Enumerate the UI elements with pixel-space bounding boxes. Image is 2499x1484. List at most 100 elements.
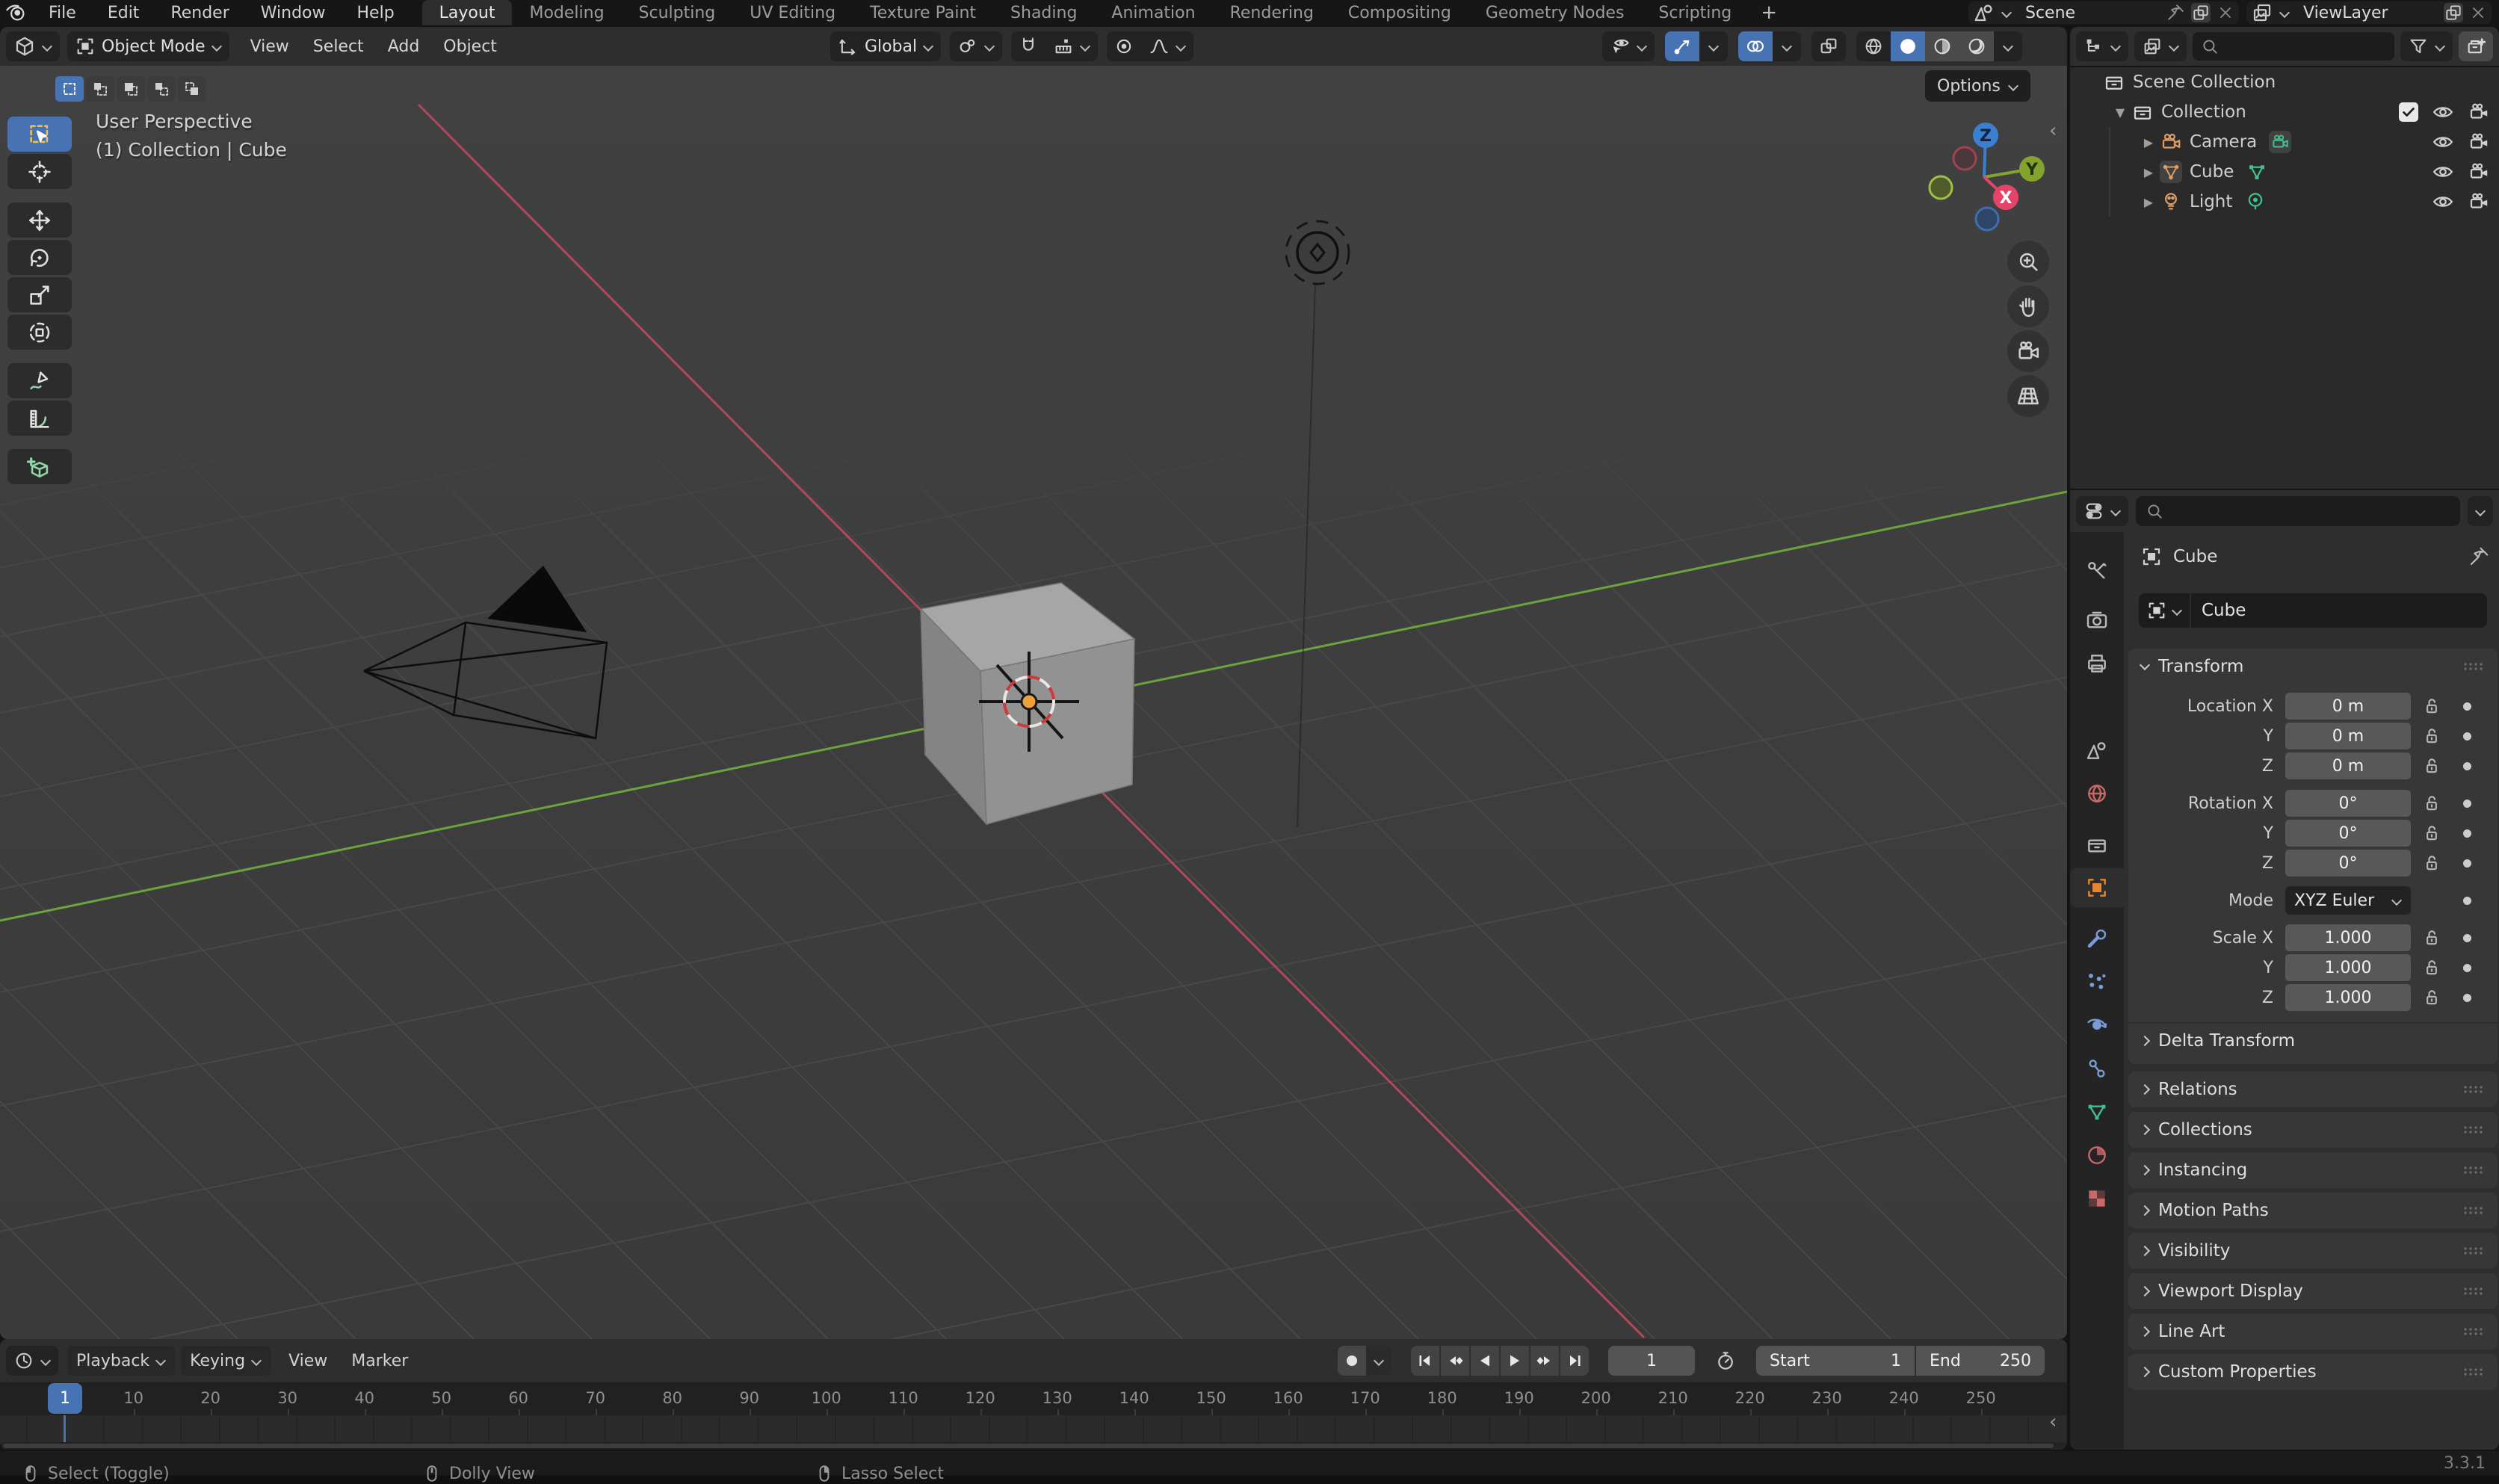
- outliner-row-collection[interactable]: ▼Collection: [2070, 97, 2499, 127]
- properties-tab-object[interactable]: [2070, 868, 2124, 907]
- outliner-row-light[interactable]: ▶ Light: [2070, 187, 2499, 217]
- panel-viewport-display[interactable]: Viewport Display: [2128, 1273, 2498, 1309]
- shading-wireframe-button[interactable]: [1856, 31, 1891, 61]
- transform-value-field[interactable]: 1.000: [2285, 954, 2411, 981]
- animate-dot[interactable]: [2463, 897, 2471, 905]
- workspace-tab-layout[interactable]: Layout: [422, 0, 513, 25]
- gizmo-neg-y[interactable]: [1930, 176, 1952, 199]
- grip-icon[interactable]: [2462, 1243, 2487, 1258]
- lock-open-icon[interactable]: [2421, 957, 2442, 978]
- timeline-ruler[interactable]: 1 10203040506070809010011012013014015016…: [0, 1382, 2067, 1415]
- delta-transform-header[interactable]: Delta Transform: [2128, 1022, 2498, 1058]
- workspace-tab-rendering[interactable]: Rendering: [1213, 0, 1331, 25]
- workspace-tab-uv-editing[interactable]: UV Editing: [732, 0, 853, 25]
- outliner-label[interactable]: Light: [2190, 192, 2232, 211]
- menu-window[interactable]: Window: [245, 0, 342, 25]
- sidebar-collapse-arrow[interactable]: ‹: [2049, 120, 2057, 142]
- auto-key-button[interactable]: [1338, 1346, 1366, 1376]
- animate-dot[interactable]: [2463, 702, 2471, 711]
- menu-edit[interactable]: Edit: [92, 0, 155, 25]
- scene-name[interactable]: Scene: [2018, 4, 2160, 22]
- gizmo-neg-x[interactable]: [1953, 147, 1976, 170]
- properties-tab-world[interactable]: [2070, 774, 2124, 813]
- disclosure-icon[interactable]: ▼: [2109, 105, 2131, 120]
- workspace-tab-animation[interactable]: Animation: [1094, 0, 1212, 25]
- tool-add-cube-button[interactable]: [7, 449, 72, 484]
- properties-editor-type[interactable]: [2076, 496, 2128, 526]
- panel-visibility[interactable]: Visibility: [2128, 1233, 2498, 1269]
- hide-eye-toggle[interactable]: [2432, 161, 2454, 183]
- overlays-toggle[interactable]: [1738, 31, 1773, 61]
- viewport-menu-view[interactable]: View: [238, 37, 301, 56]
- menu-render[interactable]: Render: [155, 0, 244, 25]
- properties-tab-constraints[interactable]: [2070, 1049, 2124, 1088]
- lock-open-icon[interactable]: [2421, 853, 2442, 874]
- panel-motion-paths[interactable]: Motion Paths: [2128, 1193, 2498, 1228]
- outliner-label[interactable]: Cube: [2190, 162, 2234, 182]
- timeline-tracks[interactable]: [0, 1415, 2067, 1450]
- workspace-tab-texture-paint[interactable]: Texture Paint: [853, 0, 993, 25]
- panel-custom-properties[interactable]: Custom Properties: [2128, 1354, 2498, 1390]
- zoom-button[interactable]: [2007, 241, 2049, 282]
- transform-value-field[interactable]: 1.000: [2285, 924, 2411, 951]
- snap-toggle[interactable]: [1011, 31, 1045, 61]
- blender-logo-icon[interactable]: [0, 1, 33, 24]
- grip-icon[interactable]: [2462, 1122, 2487, 1137]
- mode-dropdown[interactable]: Object Mode: [67, 31, 229, 61]
- workspace-tab-modeling[interactable]: Modeling: [512, 0, 621, 25]
- scene-dropdown-chevron[interactable]: [2001, 7, 2012, 18]
- lock-open-icon[interactable]: [2421, 823, 2442, 844]
- rotation-mode-dropdown[interactable]: XYZ Euler: [2285, 886, 2411, 915]
- add-workspace-button[interactable]: +: [1749, 1, 1789, 24]
- outliner-row-cube[interactable]: ▶Cube: [2070, 157, 2499, 187]
- transform-value-field[interactable]: 0 m: [2285, 693, 2411, 720]
- playhead[interactable]: 1: [48, 1383, 82, 1414]
- prev-keyframe-button[interactable]: [1441, 1346, 1469, 1376]
- tool-select-box-button[interactable]: [7, 117, 72, 152]
- scene-icon[interactable]: [1973, 1, 1995, 24]
- timeline-editor-type[interactable]: [6, 1346, 58, 1376]
- grip-icon[interactable]: [2462, 659, 2487, 674]
- breadcrumb-label[interactable]: Cube: [2173, 547, 2217, 566]
- select-mode-intersect[interactable]: [178, 76, 206, 102]
- disable-render-toggle[interactable]: [2468, 131, 2490, 153]
- pivot-point-dropdown[interactable]: [950, 31, 1002, 61]
- grip-icon[interactable]: [2462, 1324, 2487, 1339]
- menu-help[interactable]: Help: [342, 0, 410, 25]
- transform-value-field[interactable]: 1.000: [2285, 984, 2411, 1011]
- properties-tab-material[interactable]: [2070, 1136, 2124, 1175]
- grip-icon[interactable]: [2462, 1284, 2487, 1299]
- start-frame-field[interactable]: Start 1: [1756, 1346, 1915, 1376]
- ortho-toggle-button[interactable]: [2007, 375, 2049, 417]
- disclosure-icon[interactable]: ▶: [2137, 195, 2160, 209]
- transform-value-field[interactable]: 0 m: [2285, 752, 2411, 779]
- animate-dot[interactable]: [2463, 859, 2471, 868]
- transform-value-field[interactable]: 0°: [2285, 820, 2411, 847]
- disclosure-icon[interactable]: ▶: [2137, 135, 2160, 149]
- options-button[interactable]: Options: [1925, 70, 2030, 102]
- viewport-menu-add[interactable]: Add: [376, 37, 432, 56]
- transform-value-field[interactable]: 0°: [2285, 850, 2411, 877]
- tool-cursor-button[interactable]: [7, 154, 72, 189]
- lock-open-icon[interactable]: [2421, 696, 2442, 717]
- current-frame-field[interactable]: 1: [1608, 1346, 1695, 1376]
- pin-id-icon[interactable]: [2468, 545, 2490, 568]
- transform-value-field[interactable]: 0°: [2285, 790, 2411, 817]
- properties-tab-texture[interactable]: [2070, 1179, 2124, 1218]
- properties-tab-modifiers[interactable]: [2070, 919, 2124, 958]
- tool-measure-button[interactable]: [7, 401, 72, 436]
- new-collection-button[interactable]: [2459, 31, 2493, 61]
- properties-tab-scene[interactable]: [2070, 731, 2124, 770]
- properties-tab-render[interactable]: [2070, 601, 2124, 640]
- outliner-search-input[interactable]: [2193, 32, 2394, 61]
- disable-render-toggle[interactable]: [2468, 191, 2490, 213]
- transform-value-field[interactable]: 0 m: [2285, 723, 2411, 749]
- properties-tab-collection[interactable]: [2070, 825, 2124, 864]
- overlays-dropdown[interactable]: [1773, 31, 1801, 61]
- select-mode-extend[interactable]: [86, 76, 114, 102]
- name-field-prefix[interactable]: [2139, 593, 2191, 628]
- properties-tab-particles[interactable]: [2070, 962, 2124, 1001]
- outliner-filter-dropdown[interactable]: [2400, 31, 2453, 61]
- collection-checkbox[interactable]: [2399, 102, 2418, 122]
- timeline-menu-marker[interactable]: Marker: [339, 1352, 420, 1370]
